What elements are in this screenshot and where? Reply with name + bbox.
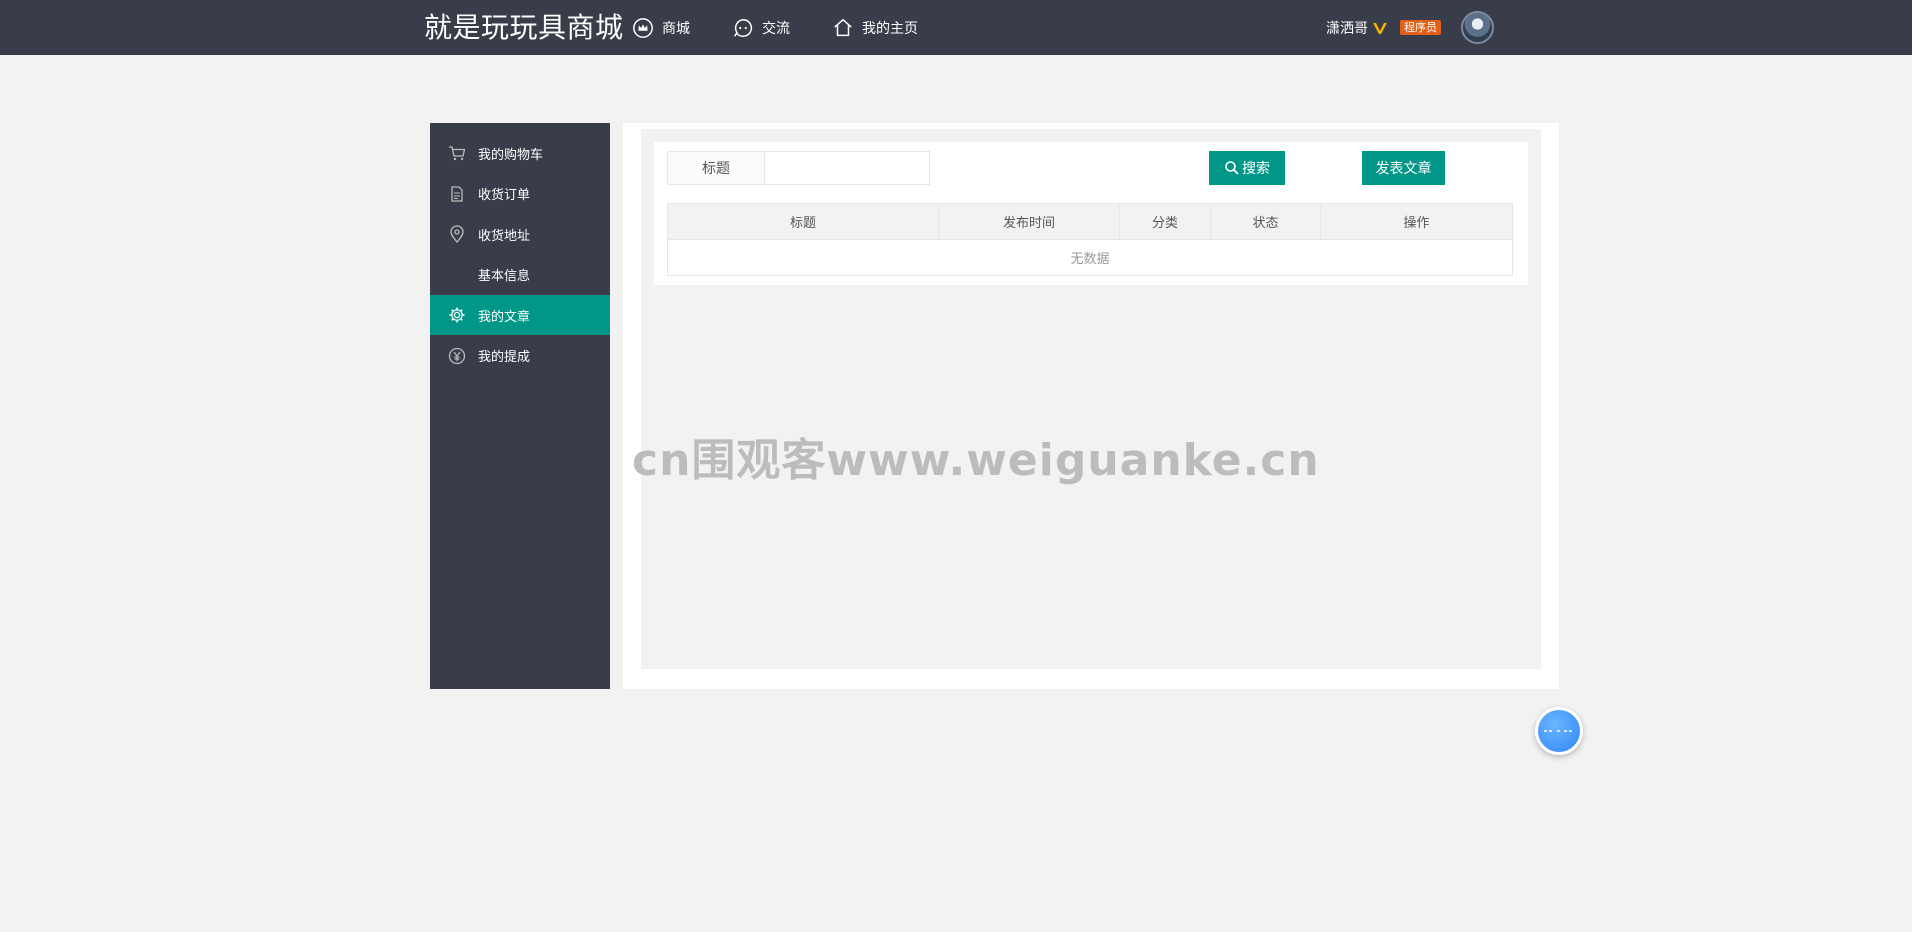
user-area: 潇洒哥 程序员 bbox=[1326, 0, 1494, 55]
vip-icon bbox=[1373, 22, 1387, 34]
site-logo[interactable]: 就是玩玩具商城 bbox=[424, 10, 624, 46]
sidebar-item-label: 基本信息 bbox=[478, 269, 531, 285]
search-button[interactable]: 搜索 bbox=[1209, 151, 1285, 185]
nav-item-chat[interactable]: 交流 bbox=[732, 0, 790, 55]
title-search-input[interactable] bbox=[765, 151, 930, 185]
nav-item-label: 我的主页 bbox=[862, 20, 918, 37]
column-header-status[interactable]: 状态 bbox=[1210, 203, 1321, 240]
main-panel: 标题 搜索 发表文章 标题 发布时间 分类 状态 操作 无数据 bbox=[623, 123, 1559, 689]
content-area: 标题 搜索 发表文章 标题 发布时间 分类 状态 操作 无数据 bbox=[641, 129, 1541, 669]
sidebar-item-commission[interactable]: 我的提成 bbox=[430, 336, 610, 376]
floating-helper-button[interactable] bbox=[1535, 707, 1583, 755]
column-header-category[interactable]: 分类 bbox=[1119, 203, 1211, 240]
empty-table-message: 无数据 bbox=[667, 239, 1513, 276]
home-icon bbox=[834, 18, 852, 36]
sidebar-item-label: 我的文章 bbox=[478, 309, 531, 325]
articles-table: 标题 发布时间 分类 状态 操作 无数据 bbox=[667, 203, 1513, 276]
sidebar-item-cart[interactable]: 我的购物车 bbox=[430, 133, 610, 173]
float-dashes-icon bbox=[1544, 730, 1574, 732]
sidebar-item-label: 收货订单 bbox=[478, 188, 531, 204]
username[interactable]: 潇洒哥 bbox=[1326, 18, 1368, 38]
article-card: 标题 搜索 发表文章 标题 发布时间 分类 状态 操作 无数据 bbox=[654, 142, 1528, 285]
table-row: 无数据 bbox=[667, 239, 1513, 276]
nav-item-label: 商城 bbox=[662, 20, 690, 37]
role-badge: 程序员 bbox=[1400, 20, 1441, 35]
column-header-publish-time[interactable]: 发布时间 bbox=[938, 203, 1120, 240]
nav-item-shop[interactable]: 商城 bbox=[632, 0, 690, 55]
sidebar-item-label: 我的提成 bbox=[478, 350, 531, 366]
gear-icon bbox=[449, 307, 465, 323]
nav-item-home[interactable]: 我的主页 bbox=[832, 0, 918, 55]
nav-item-label: 交流 bbox=[762, 20, 790, 37]
sidebar-item-label: 收货地址 bbox=[478, 228, 531, 244]
table-header-row: 标题 发布时间 分类 状态 操作 bbox=[667, 203, 1513, 240]
cart-icon bbox=[449, 146, 466, 161]
chat-icon bbox=[734, 18, 753, 37]
column-header-title[interactable]: 标题 bbox=[667, 203, 939, 240]
column-header-actions[interactable]: 操作 bbox=[1320, 203, 1513, 240]
crown-icon bbox=[633, 17, 653, 38]
sidebar-item-label: 我的购物车 bbox=[478, 147, 544, 163]
sidebar-item-articles[interactable]: 我的文章 bbox=[430, 295, 610, 336]
search-icon bbox=[1225, 161, 1239, 175]
post-article-button[interactable]: 发表文章 bbox=[1362, 151, 1445, 185]
avatar[interactable] bbox=[1461, 11, 1494, 44]
top-header: 就是玩玩具商城 商城 交流 我的主页 潇洒哥 程序员 bbox=[0, 0, 1912, 55]
sidebar-item-orders[interactable]: 收货订单 bbox=[430, 174, 610, 214]
sidebar-item-profile[interactable]: 基本信息 bbox=[430, 255, 610, 295]
main-nav: 商城 交流 我的主页 bbox=[632, 0, 960, 55]
document-icon bbox=[451, 185, 463, 202]
title-filter-label: 标题 bbox=[667, 151, 765, 185]
yen-icon bbox=[448, 347, 466, 365]
search-button-label: 搜索 bbox=[1242, 161, 1270, 177]
sidebar-item-address[interactable]: 收货地址 bbox=[430, 214, 610, 254]
location-icon bbox=[450, 225, 464, 244]
sidebar: 我的购物车 收货订单 收货地址 基本信息 我的文章 我的提成 bbox=[430, 123, 610, 689]
watermark-text: cn围观客www.weiguanke.cn bbox=[632, 435, 1320, 486]
